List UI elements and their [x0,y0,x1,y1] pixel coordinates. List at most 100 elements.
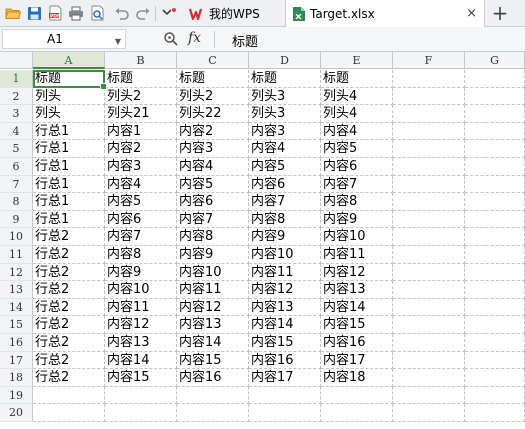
cell-c9[interactable]: 内容7 [177,210,249,229]
cell-g9[interactable] [465,210,525,229]
row-header-5[interactable]: 5 [0,140,33,158]
cell-b8[interactable]: 内容5 [105,193,177,211]
cell-a5[interactable]: 行总1 [33,140,105,158]
cell-d10[interactable]: 内容9 [249,228,321,246]
cell-e20[interactable] [321,404,393,422]
cell-b19[interactable] [105,386,177,405]
cell-c8[interactable]: 内容6 [177,193,249,211]
cell-d7[interactable]: 内容6 [249,175,321,194]
cell-f6[interactable] [393,158,465,176]
print-preview-icon[interactable] [88,4,106,22]
tab-target-xlsx[interactable]: Target.xlsx × [285,0,485,28]
cell-f19[interactable] [393,386,465,405]
cell-g14[interactable] [465,298,525,317]
row-header-2[interactable]: 2 [0,87,33,106]
cell-a3[interactable]: 列头 [33,105,105,123]
cell-g5[interactable] [465,140,525,158]
cell-d4[interactable]: 内容3 [249,122,321,141]
export-pdf-icon[interactable]: PDF [46,4,64,22]
cell-b17[interactable]: 内容14 [105,351,177,370]
cell-c18[interactable]: 内容16 [177,369,249,387]
cell-a11[interactable]: 行总2 [33,246,105,264]
cell-b14[interactable]: 内容11 [105,298,177,317]
zoom-icon[interactable] [163,31,179,47]
cell-a20[interactable] [33,404,105,422]
cell-e14[interactable]: 内容14 [321,298,393,317]
cell-f12[interactable] [393,263,465,282]
cell-d9[interactable]: 内容8 [249,210,321,229]
more-dropdown-icon[interactable] [160,4,178,22]
cell-f17[interactable] [393,351,465,370]
cell-f1[interactable] [393,70,465,88]
insert-function-button[interactable]: fx [188,30,201,46]
cell-b4[interactable]: 内容1 [105,122,177,141]
cell-b15[interactable]: 内容12 [105,316,177,334]
cell-f13[interactable] [393,281,465,299]
column-header-e[interactable]: E [321,52,393,69]
cell-e2[interactable]: 列头4 [321,87,393,106]
cell-g19[interactable] [465,386,525,405]
cell-c10[interactable]: 内容8 [177,228,249,246]
cell-c3[interactable]: 列头22 [177,105,249,123]
cell-d3[interactable]: 列头3 [249,105,321,123]
cell-f8[interactable] [393,193,465,211]
cell-d5[interactable]: 内容4 [249,140,321,158]
cell-g1[interactable] [465,70,525,88]
cell-b9[interactable]: 内容6 [105,210,177,229]
row-header-18[interactable]: 18 [0,369,33,387]
row-header-3[interactable]: 3 [0,105,33,123]
cell-e15[interactable]: 内容15 [321,316,393,334]
cell-g6[interactable] [465,158,525,176]
close-tab-icon[interactable]: × [466,6,477,21]
cell-c12[interactable]: 内容10 [177,263,249,282]
cell-d19[interactable] [249,386,321,405]
cell-a13[interactable]: 行总2 [33,281,105,299]
cell-c14[interactable]: 内容12 [177,298,249,317]
cell-c15[interactable]: 内容13 [177,316,249,334]
print-icon[interactable] [67,4,85,22]
cell-b3[interactable]: 列头21 [105,105,177,123]
cell-b18[interactable]: 内容15 [105,369,177,387]
cell-e18[interactable]: 内容18 [321,369,393,387]
cell-g16[interactable] [465,334,525,352]
row-header-11[interactable]: 11 [0,246,33,264]
row-header-16[interactable]: 16 [0,334,33,352]
row-header-1[interactable]: 1 [0,70,33,88]
cell-e4[interactable]: 内容4 [321,122,393,141]
row-header-8[interactable]: 8 [0,193,33,211]
cell-f20[interactable] [393,404,465,422]
row-header-19[interactable]: 19 [0,386,33,405]
undo-icon[interactable] [112,4,130,22]
cell-a16[interactable]: 行总2 [33,334,105,352]
cell-e5[interactable]: 内容5 [321,140,393,158]
cell-a19[interactable] [33,386,105,405]
cell-c2[interactable]: 列头2 [177,87,249,106]
cell-g17[interactable] [465,351,525,370]
cell-d2[interactable]: 列头3 [249,87,321,106]
cell-c17[interactable]: 内容15 [177,351,249,370]
save-icon[interactable] [25,4,43,22]
cell-b11[interactable]: 内容8 [105,246,177,264]
cell-c7[interactable]: 内容5 [177,175,249,194]
column-header-f[interactable]: F [393,52,465,69]
cell-b13[interactable]: 内容10 [105,281,177,299]
cell-e12[interactable]: 内容12 [321,263,393,282]
select-all-corner[interactable] [0,52,33,69]
cell-e7[interactable]: 内容7 [321,175,393,194]
new-tab-button[interactable]: + [489,2,511,24]
name-box[interactable]: A1 ▼ [2,29,126,49]
row-header-10[interactable]: 10 [0,228,33,246]
cell-b16[interactable]: 内容13 [105,334,177,352]
cell-e6[interactable]: 内容6 [321,158,393,176]
cell-a14[interactable]: 行总2 [33,298,105,317]
cell-g18[interactable] [465,369,525,387]
cell-e9[interactable]: 内容9 [321,210,393,229]
cell-e10[interactable]: 内容10 [321,228,393,246]
row-header-13[interactable]: 13 [0,281,33,299]
row-header-12[interactable]: 12 [0,263,33,282]
cell-c20[interactable] [177,404,249,422]
row-header-15[interactable]: 15 [0,316,33,334]
cell-e17[interactable]: 内容17 [321,351,393,370]
cell-c1[interactable]: 标题 [177,70,249,88]
cell-f10[interactable] [393,228,465,246]
